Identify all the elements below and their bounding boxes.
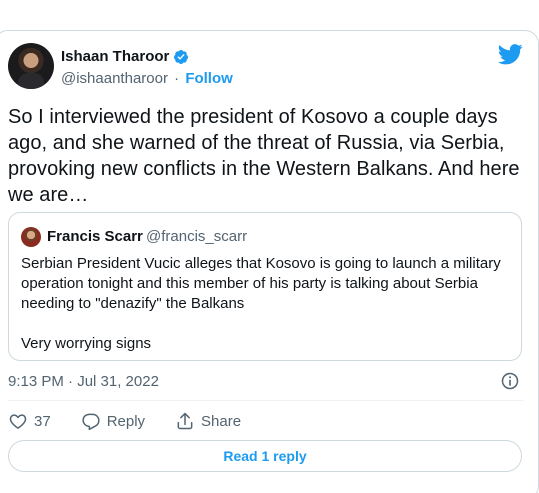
author-handle-row: @ishaantharoor · Follow bbox=[61, 70, 233, 87]
read-replies-button[interactable]: Read 1 reply bbox=[8, 440, 522, 472]
verified-badge-icon bbox=[174, 49, 189, 64]
share-icon bbox=[177, 412, 193, 430]
quoted-text-paragraph-1: Serbian President Vucic alleges that Kos… bbox=[21, 255, 501, 312]
quoted-text: Serbian President Vucic alleges that Kos… bbox=[21, 254, 513, 374]
share-label: Share bbox=[201, 412, 242, 430]
heart-icon bbox=[9, 414, 27, 429]
quoted-avatar bbox=[21, 227, 41, 247]
twitter-bird-icon[interactable] bbox=[498, 44, 523, 65]
separator-dot: · bbox=[174, 70, 180, 87]
author-name[interactable]: Ishaan Tharoor bbox=[61, 48, 169, 65]
follow-link[interactable]: Follow bbox=[185, 70, 233, 87]
quoted-text-paragraph-2: Very worrying signs bbox=[21, 335, 152, 352]
action-bar: 37 Reply Share bbox=[8, 411, 241, 431]
quoted-tweet[interactable]: Francis Scarr @francis_scarr Serbian Pre… bbox=[8, 212, 522, 361]
author-handle[interactable]: @ishaantharoor bbox=[61, 70, 168, 87]
quoted-author-handle: @francis_scarr bbox=[146, 228, 248, 245]
tweet-timestamp[interactable]: 9:13 PM · Jul 31, 2022 bbox=[8, 373, 159, 390]
reply-button[interactable]: Reply bbox=[81, 411, 145, 431]
divider bbox=[8, 400, 524, 401]
author-name-row[interactable]: Ishaan Tharoor bbox=[61, 48, 189, 65]
like-count: 37 bbox=[34, 412, 51, 430]
like-button[interactable]: 37 bbox=[8, 411, 51, 431]
author-avatar[interactable] bbox=[8, 43, 54, 89]
tweet-text: So I interviewed the president of Kosovo… bbox=[8, 106, 520, 206]
share-button[interactable]: Share bbox=[175, 411, 241, 431]
info-icon[interactable] bbox=[500, 371, 520, 391]
reply-icon bbox=[82, 413, 100, 431]
quoted-author-name: Francis Scarr bbox=[47, 228, 143, 245]
reply-label: Reply bbox=[106, 412, 146, 430]
